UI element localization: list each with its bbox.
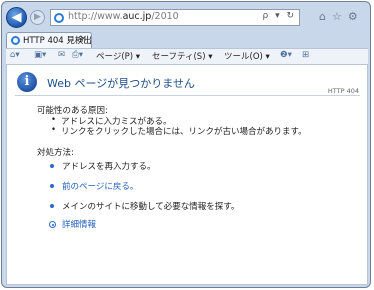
more-info-link[interactable]: 詳細情報 [62,218,96,230]
research-icon[interactable]: ⊞ [302,50,309,60]
ie-page-icon [54,13,64,23]
bullet-icon [50,184,54,188]
cause-item: リンクをクリックした場合には、リンクが古い場合があります。 [61,127,307,137]
feeds-icon[interactable]: ▣▾ [34,50,46,60]
safety-menu[interactable]: セーフティ(S) ▾ [152,50,213,62]
solution-go-main-site: メインのサイトに移動して必要な情報を探す。 [62,202,240,212]
solutions-title: 対処方法: [37,148,74,158]
bullet-icon [50,204,54,208]
back-button[interactable]: ◀ [6,7,27,28]
browser-window: ◀ ▶ http://www.auc.jp/2010 ρ ▾ ↻ ⌂☆⚙ HTT… [1,1,371,288]
tab-active[interactable]: HTTP 404 見検出 × [6,32,92,48]
forward-button[interactable]: ▶ [30,10,45,25]
solution-retype-address: アドレスを再入力する。 [62,162,156,172]
address-bar[interactable]: http://www.auc.jp/2010 ρ ▾ ↻ [50,9,300,26]
print-icon[interactable]: ⎙▾ [72,50,83,60]
bullet-icon [50,164,54,168]
bullet-icon: • [51,125,57,135]
back-to-previous-link[interactable]: 前のページに戻る。 [62,180,138,192]
expand-more-info-icon[interactable] [49,221,56,228]
search-refresh-icons[interactable]: ρ ▾ ↻ [263,11,297,21]
page-title: Web ページが見つかりません [47,77,195,90]
bullet-icon: • [51,115,57,125]
navigation-bar: ◀ ▶ http://www.auc.jp/2010 ρ ▾ ↻ ⌂☆⚙ [6,7,368,31]
help-icon[interactable]: ❷▾ [280,50,292,60]
page-menu[interactable]: ページ(P) ▾ [96,50,140,62]
ie-tab-icon [11,36,20,45]
home-favorites-tools-icons[interactable]: ⌂☆⚙ [319,10,364,23]
tab-close-icon[interactable]: × [79,34,87,44]
command-bar: ⌂▾ ▣▾ ✉ ⎙▾ ページ(P) ▾ セーフティ(S) ▾ ツール(O) ▾ … [6,48,368,65]
tools-menu[interactable]: ツール(O) ▾ [224,50,270,62]
info-icon: i [17,72,37,92]
home-icon[interactable]: ⌂▾ [10,50,20,60]
page-content: i Web ページが見つかりません HTTP 404 可能性のある原因: • ア… [6,65,368,285]
address-text[interactable]: http://www.auc.jp/2010 [68,11,179,22]
mail-icon[interactable]: ✉ [58,50,65,60]
divider [15,95,360,96]
http-status-code: HTTP 404 [327,87,359,95]
